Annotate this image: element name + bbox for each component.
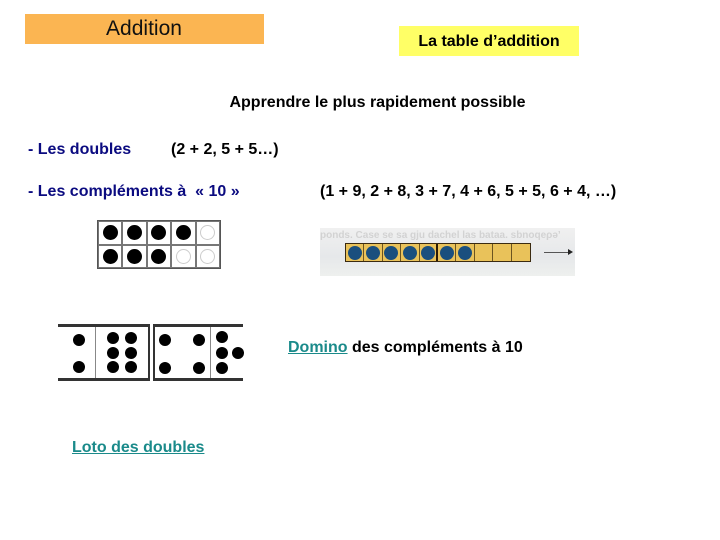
- arrow-icon: [544, 249, 573, 255]
- counter-filled: [151, 248, 167, 264]
- counter-filled: [102, 225, 118, 241]
- strip-cell: [438, 244, 457, 261]
- doubles-label: - Les doubles: [28, 141, 132, 158]
- domino-pip: [125, 332, 138, 345]
- strip-caption: ponds. Case se sa gju dachel las bataa. …: [320, 230, 561, 241]
- complements-example: (1 + 9, 2 + 8, 3 + 7, 4 + 6, 5 + 5, 6 + …: [320, 183, 617, 200]
- strip-cell: [364, 244, 383, 261]
- domino-pip: [216, 331, 229, 344]
- strip-counter: [402, 245, 417, 260]
- domino-pip: [72, 333, 85, 346]
- counter-empty: [200, 248, 216, 264]
- domino-pip: [159, 361, 172, 374]
- title-banner: Addition: [25, 14, 264, 44]
- domino-pip: [232, 346, 245, 359]
- strip-cell: [456, 244, 475, 261]
- domino-4-4: [153, 324, 245, 381]
- number-strip-image: ponds. Case se sa gju dachel las bataa. …: [320, 228, 575, 276]
- domino-pip: [107, 346, 120, 359]
- ten-frame-cell: [146, 244, 172, 268]
- domino-pip: [107, 360, 120, 373]
- ten-frame-cell: [98, 221, 123, 245]
- strip-cell: [420, 244, 438, 261]
- page-title: Addition: [106, 17, 182, 40]
- complements-label: - Les compléments à « 10 »: [28, 183, 240, 200]
- counter-filled: [102, 248, 118, 264]
- counter-filled: [127, 225, 143, 241]
- domino-pip: [216, 346, 229, 359]
- subtitle-banner: La table d’addition: [399, 26, 579, 56]
- domino-2-6: [58, 324, 150, 381]
- domino-pip: [192, 361, 205, 374]
- counter-empty: [200, 225, 216, 241]
- domino-half: [58, 327, 96, 378]
- counter-filled: [151, 225, 167, 241]
- strip-counter: [458, 245, 473, 260]
- strip-counter: [439, 245, 454, 260]
- strip-cell: [493, 244, 512, 261]
- ten-frame-cell: [122, 244, 147, 268]
- strip-cell: [401, 244, 420, 261]
- counter-empty: [175, 248, 191, 264]
- domino-image: [50, 315, 256, 399]
- ten-frame-cell: [122, 221, 147, 245]
- strip-cell: [512, 244, 530, 261]
- loto-caption: Loto des doubles: [72, 439, 204, 457]
- strip-counter: [420, 245, 435, 260]
- domino-pip: [159, 333, 172, 346]
- strip-counter: [384, 245, 399, 260]
- domino-pip: [125, 346, 138, 359]
- subtitle: La table d’addition: [418, 33, 560, 50]
- domino-link[interactable]: Domino: [288, 339, 348, 356]
- domino-caption-text: des compléments à 10: [347, 339, 523, 356]
- counter-filled: [175, 225, 191, 241]
- domino-half: [211, 327, 245, 378]
- section-heading: Apprendre le plus rapidement possible: [229, 94, 526, 111]
- ten-frame-cell: [98, 244, 123, 268]
- loto-link[interactable]: Loto des doubles: [72, 439, 204, 456]
- domino-pip: [216, 361, 229, 374]
- domino-half: [155, 327, 211, 378]
- domino-caption: Domino des compléments à 10: [288, 339, 523, 357]
- strip-counter: [366, 245, 381, 260]
- strip-cell: [475, 244, 494, 261]
- domino-pip: [125, 360, 138, 373]
- strip-cell: [383, 244, 402, 261]
- ten-frame-cell: [195, 221, 220, 245]
- domino-pip: [192, 333, 205, 346]
- ten-frame-cell: [171, 244, 196, 268]
- strip-cell: [346, 244, 365, 261]
- domino-half: [96, 327, 148, 378]
- doubles-example: (2 + 2, 5 + 5…): [171, 141, 279, 158]
- number-strip: [345, 243, 531, 262]
- strip-counter: [347, 245, 362, 260]
- ten-frame-cell: [195, 244, 220, 268]
- ten-frame-cell: [171, 221, 196, 245]
- counter-filled: [127, 248, 143, 264]
- domino-pip: [72, 360, 85, 373]
- domino-pip: [107, 332, 120, 345]
- ten-frame-cell: [146, 221, 172, 245]
- ten-frame-image: [97, 220, 221, 269]
